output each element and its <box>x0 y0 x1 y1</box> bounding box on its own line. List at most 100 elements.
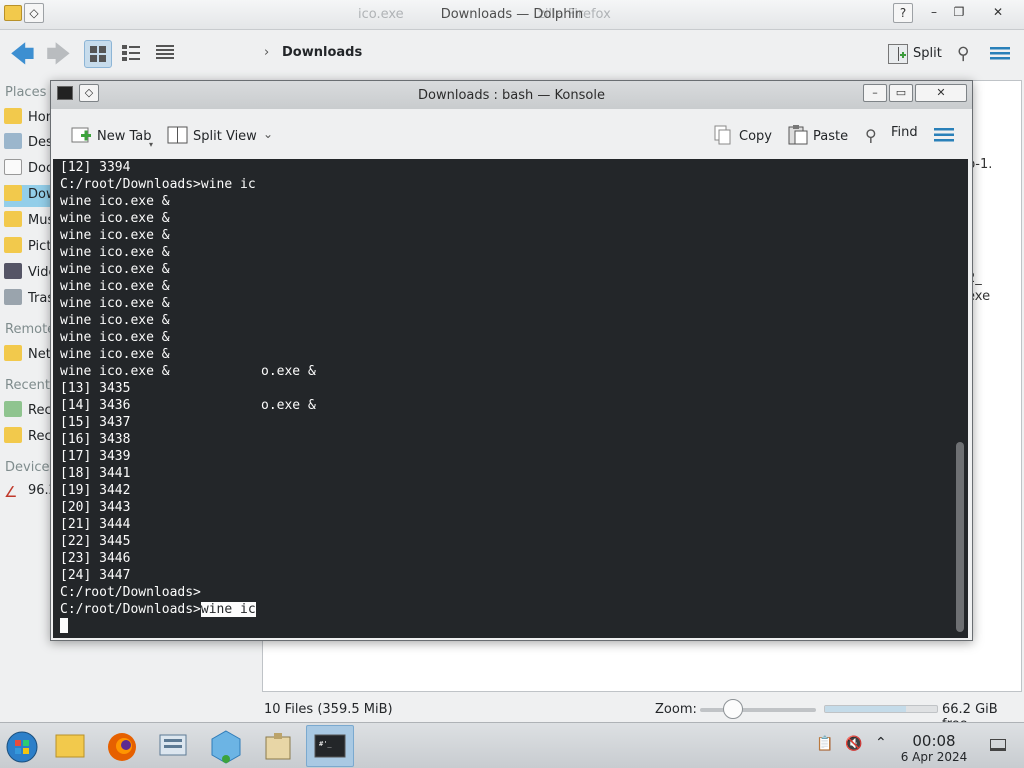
konsole-task[interactable]: #'_ <box>306 725 354 767</box>
breadcrumb[interactable]: Downloads <box>282 45 362 60</box>
zoom-slider-handle[interactable] <box>723 699 743 719</box>
copy-icon <box>713 125 735 145</box>
place-trash[interactable]: Trash <box>4 289 52 311</box>
trash-icon <box>4 289 22 305</box>
svg-text:#'_: #'_ <box>319 740 332 748</box>
konsole-window: ◇ Downloads : bash — Konsole – ▭ ✕ New T… <box>50 80 973 641</box>
volume-muted-icon[interactable]: 🔇 <box>845 736 862 752</box>
terminal-lines: [12] 3394 C:/root/Downloads>wine ic wine i… <box>60 159 256 601</box>
minimize-button[interactable]: – <box>924 3 944 23</box>
icons-view-icon[interactable] <box>84 40 112 68</box>
clipboard-icon[interactable]: 📋 <box>816 736 833 752</box>
search-icon[interactable]: ⚲ <box>957 44 969 64</box>
split-button[interactable]: Split <box>913 46 942 61</box>
home-folder-icon <box>4 108 22 124</box>
help-button[interactable]: ? <box>893 3 913 23</box>
place-music[interactable]: Music <box>4 211 52 233</box>
terminal-line: wine ico.exe & <box>60 228 170 243</box>
new-tab-button[interactable]: New Tab <box>71 125 152 145</box>
hamburger-menu-icon[interactable] <box>990 45 1010 61</box>
place-videos[interactable]: Videos <box>4 263 52 285</box>
clock[interactable]: 00:08 6 Apr 2024 <box>896 732 972 764</box>
terminal-cursor-line <box>60 618 68 635</box>
recent-locations-icon <box>4 427 22 443</box>
remote-header: Remote <box>5 322 56 337</box>
konsole-titlebar[interactable]: ◇ Downloads : bash — Konsole – ▭ ✕ <box>51 81 972 109</box>
place-home[interactable]: Home <box>4 108 52 130</box>
place-desktop[interactable]: Desktop <box>4 133 52 155</box>
maximize-button[interactable]: ❐ <box>949 3 969 23</box>
drive-icon: ∠ <box>4 483 18 501</box>
recent-header: Recent <box>5 378 50 393</box>
firefox-task[interactable] <box>98 725 146 767</box>
text-cursor <box>60 618 68 633</box>
terminal-line: [13] 3435 <box>60 381 131 396</box>
terminal-line: wine ico.exe & <box>60 211 170 226</box>
devices-header: Devices <box>5 460 57 475</box>
forward-arrow-icon[interactable]: 🡆 <box>46 42 71 66</box>
hamburger-menu-icon[interactable] <box>934 127 954 143</box>
videos-icon <box>4 263 22 279</box>
place-network[interactable]: Network <box>4 345 52 367</box>
terminal-line: [23] 3446 <box>60 551 131 566</box>
maximize-button[interactable]: ▭ <box>889 84 913 102</box>
system-settings-task[interactable] <box>150 725 198 767</box>
pictures-folder-icon <box>4 237 22 253</box>
place-device[interactable]: ∠96.2 GiB <box>4 483 52 505</box>
konsole-title: Downloads : bash — Konsole <box>418 88 605 103</box>
terminal-line: wine ico.exe & <box>60 245 170 260</box>
close-button[interactable]: ✕ <box>915 84 967 102</box>
copy-button[interactable]: Copy <box>713 125 772 145</box>
terminal-line: [21] 3444 <box>60 517 131 532</box>
breadcrumb-chevron-icon: › <box>264 45 270 60</box>
paste-button[interactable]: Paste <box>787 125 848 145</box>
terminal-prompt: C:/root/Downloads> <box>60 602 201 617</box>
konsole-toolbar: New Tab ▾ Split View ⌄ Copy Paste ⚲ Find <box>51 109 972 159</box>
documents-icon <box>4 159 22 175</box>
clock-time: 00:08 <box>912 732 956 750</box>
free-space-bar <box>824 705 938 713</box>
place-documents[interactable]: Documents <box>4 159 52 181</box>
terminal-line: [24] 3447 <box>60 568 131 583</box>
close-button[interactable]: ✕ <box>988 3 1008 23</box>
scrollbar-thumb[interactable] <box>956 442 964 632</box>
minimize-button[interactable]: – <box>863 84 887 102</box>
terminal-line: C:/root/Downloads>wine ic <box>60 177 256 192</box>
compact-view-icon[interactable] <box>118 40 146 68</box>
terminal-overlay-text: o.exe & <box>261 398 316 413</box>
find-button[interactable]: ⚲ Find <box>865 125 918 146</box>
music-folder-icon <box>4 211 22 227</box>
file-manager-task[interactable] <box>46 725 94 767</box>
show-desktop-icon[interactable] <box>990 739 1006 751</box>
terminal-line: [12] 3394 <box>60 160 131 175</box>
terminal-line: [22] 3445 <box>60 534 131 549</box>
virtualbox-task[interactable] <box>202 725 250 767</box>
terminal-line: C:/root/Downloads> <box>60 585 201 600</box>
terminal-line: wine ico.exe & <box>60 347 170 362</box>
place-recent-locations[interactable]: Recent Locations <box>4 427 52 449</box>
place-recent-files[interactable]: Recent Files <box>4 401 52 423</box>
zoom-slider[interactable] <box>700 708 816 712</box>
details-view-icon[interactable] <box>152 40 180 68</box>
selected-input[interactable]: wine ic <box>200 602 256 617</box>
terminal-line: wine ico.exe & <box>60 296 170 311</box>
place-pictures[interactable]: Pictures <box>4 237 52 259</box>
terminal-prompt-line: C:/root/Downloads>wine ic <box>60 601 256 618</box>
find-icon: ⚲ <box>865 126 877 145</box>
chevron-up-icon[interactable]: ⌃ <box>875 735 887 751</box>
terminal-line: [17] 3439 <box>60 449 131 464</box>
new-tab-dropdown-icon[interactable]: ▾ <box>149 140 153 149</box>
terminal-output[interactable]: [12] 3394 C:/root/Downloads>wine ic wine i… <box>53 159 968 638</box>
terminal-line: wine ico.exe & <box>60 194 170 209</box>
back-arrow-icon[interactable]: 🡄 <box>10 42 35 66</box>
place-downloads[interactable]: Downloads <box>4 185 52 207</box>
split-icon[interactable] <box>888 44 908 64</box>
chevron-down-icon[interactable]: ⌄ <box>263 127 273 141</box>
dolphin-title: Downloads — Dolphin <box>440 7 584 22</box>
terminal-overlay-text: o.exe & <box>261 364 316 379</box>
dolphin-titlebar[interactable]: ◇ ico.exe zilla Firefox Downloads — Dolp… <box>0 0 1024 30</box>
archive-manager-task[interactable] <box>254 725 302 767</box>
terminal-line: [18] 3441 <box>60 466 131 481</box>
split-view-button[interactable]: Split View <box>167 125 257 145</box>
start-menu-button[interactable] <box>0 725 48 767</box>
